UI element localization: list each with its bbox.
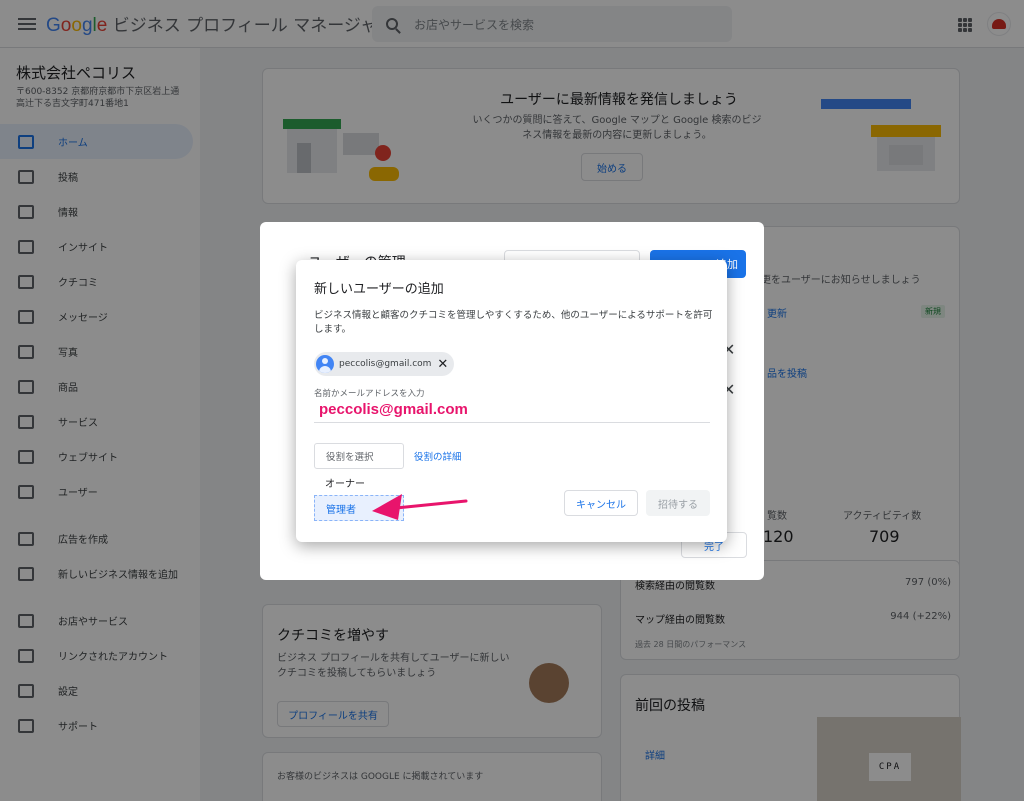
dialog-description: ビジネス情報と顧客のクチコミを管理しやすくするため、他のユーザーによるサポートを…	[314, 310, 713, 335]
email-chip: peccolis@gmail.com ✕	[314, 352, 455, 376]
dialog-title: 新しいユーザーの追加	[314, 282, 444, 297]
annotation-arrow-icon	[372, 494, 468, 520]
invite-button[interactable]: 招待する	[646, 490, 710, 516]
role-select[interactable]: 役割を選択	[314, 443, 404, 469]
role-details-link[interactable]: 役割の詳細	[414, 449, 462, 463]
add-user-dialog: 新しいユーザーの追加 ビジネス情報と顧客のクチコミを管理しやすくするため、他のユ…	[296, 260, 727, 542]
chip-email: peccolis@gmail.com	[339, 359, 432, 369]
cancel-button[interactable]: キャンセル	[564, 490, 638, 516]
close-icon[interactable]: ✕	[437, 358, 448, 371]
email-field[interactable]	[314, 397, 710, 423]
user-avatar-icon	[316, 355, 334, 373]
